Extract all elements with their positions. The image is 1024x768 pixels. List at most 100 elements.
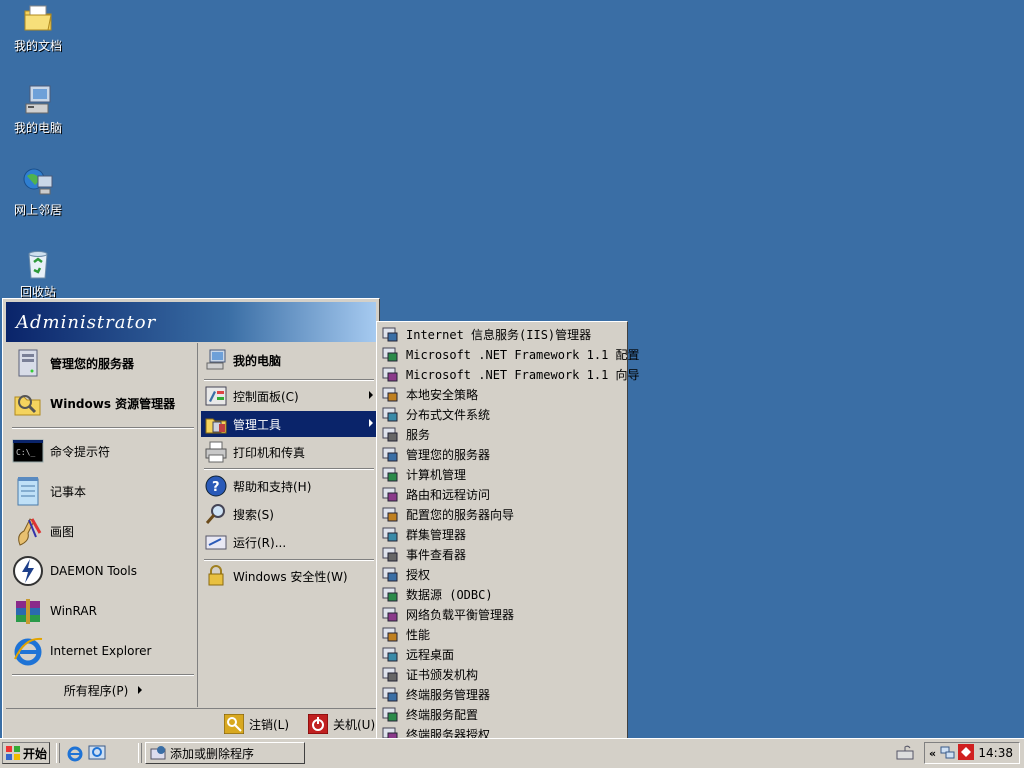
network-icon (22, 166, 54, 198)
submenu-item[interactable]: 事件查看器 (379, 544, 625, 564)
search-icon (205, 503, 227, 525)
item-label: 画图 (50, 524, 75, 539)
submenu-item[interactable]: 服务 (379, 424, 625, 444)
lock-icon (205, 565, 227, 587)
submenu-item[interactable]: 授权 (379, 564, 625, 584)
submenu-item[interactable]: 路由和远程访问 (379, 484, 625, 504)
start-menu-left-pane: 管理您的服务器 Windows 资源管理器 C:\_ 命令提示符 记事本 画图 (6, 343, 196, 707)
submenu-item[interactable]: 终端服务管理器 (379, 684, 625, 704)
submenu-item[interactable]: 终端服务配置 (379, 704, 625, 724)
right-item-control-panel[interactable]: 控制面板(C) (201, 383, 377, 409)
recent-item-cmd[interactable]: C:\_ 命令提示符 (12, 433, 194, 469)
submenu-item[interactable]: Microsoft .NET Framework 1.1 向导 (379, 364, 640, 384)
quicklaunch-ie-icon[interactable] (66, 744, 84, 762)
windows-logo-icon (5, 745, 21, 761)
recent-item-winrar[interactable]: WinRAR (12, 593, 194, 629)
system-tray: « 14:38 (924, 742, 1020, 764)
start-label: 开始 (23, 746, 48, 761)
shutdown-button[interactable]: 关机(U) (307, 712, 375, 736)
help-icon: ? (205, 475, 227, 497)
submenu-item[interactable]: Microsoft .NET Framework 1.1 配置 (379, 344, 640, 364)
clock[interactable]: 14:38 (978, 746, 1013, 760)
all-programs-label: 所有程序(P) (63, 683, 129, 698)
recent-item-notepad[interactable]: 记事本 (12, 473, 194, 509)
daemon-tools-icon (12, 555, 44, 587)
right-item-run[interactable]: 运行(R)... (201, 529, 377, 555)
right-item-admin-tools[interactable]: 管理工具 (201, 411, 377, 437)
submenu-item-label: 远程桌面 (406, 647, 455, 662)
start-menu-header: Administrator (6, 302, 376, 342)
network-tray-icon[interactable] (939, 744, 955, 763)
right-item-help[interactable]: ? 帮助和支持(H) (201, 473, 377, 499)
recent-item-paint[interactable]: 画图 (12, 513, 194, 549)
admin-tool-icon (382, 626, 398, 642)
submenu-item-label: Microsoft .NET Framework 1.1 向导 (406, 367, 640, 382)
submenu-item[interactable]: 性能 (379, 624, 625, 644)
desktop-icon-my-computer[interactable]: 我的电脑 (2, 84, 74, 136)
submenu-item[interactable]: 计算机管理 (379, 464, 625, 484)
quicklaunch-grip[interactable] (56, 743, 60, 763)
item-label: DAEMON Tools (50, 564, 137, 578)
submenu-item-label: 网络负载平衡管理器 (406, 607, 515, 622)
recycle-bin-icon (22, 248, 54, 280)
submenu-item[interactable]: 管理您的服务器 (379, 444, 625, 464)
logoff-button[interactable]: 注销(L) (223, 712, 290, 736)
svg-text:C:\_: C:\_ (16, 448, 35, 457)
quicklaunch-show-desktop-icon[interactable] (88, 744, 106, 762)
taskbar: 开始 添加或删除程序 « 14:38 (0, 738, 1024, 768)
admin-tool-icon (382, 606, 398, 622)
admin-tools-icon (205, 413, 227, 435)
item-label: 记事本 (50, 484, 87, 499)
tray-expand-chevron-icon[interactable]: « (929, 747, 936, 760)
submenu-item-label: 终端服务管理器 (406, 687, 491, 702)
start-menu-bottom-bar: 注销(L) 关机(U) (6, 708, 376, 738)
admin-tool-icon (382, 666, 398, 682)
admin-tool-icon (382, 566, 398, 582)
submenu-item[interactable]: 证书颁发机构 (379, 664, 625, 684)
right-item-search[interactable]: 搜索(S) (201, 501, 377, 527)
right-item-printers[interactable]: 打印机和传真 (201, 439, 377, 465)
item-label: 运行(R)... (233, 535, 287, 550)
submenu-item[interactable]: 远程桌面 (379, 644, 625, 664)
start-button[interactable]: 开始 (2, 742, 50, 764)
explorer-folder-icon (12, 387, 44, 419)
separator (204, 379, 374, 381)
admin-tool-icon (382, 426, 398, 442)
submenu-item[interactable]: Internet 信息服务(IIS)管理器 (379, 324, 625, 344)
item-label: Windows 安全性(W) (233, 569, 348, 584)
cmd-icon: C:\_ (12, 435, 44, 467)
submenu-item[interactable]: 分布式文件系统 (379, 404, 625, 424)
computer-icon (22, 84, 54, 116)
submenu-item[interactable]: 网络负载平衡管理器 (379, 604, 625, 624)
recent-item-internet-explorer[interactable]: Internet Explorer (12, 633, 194, 669)
right-item-windows-security[interactable]: Windows 安全性(W) (201, 563, 377, 589)
pinned-item-windows-explorer[interactable]: Windows 资源管理器 (12, 385, 194, 421)
submenu-item[interactable]: 配置您的服务器向导 (379, 504, 625, 524)
item-label: 管理工具 (233, 417, 282, 432)
all-programs-button[interactable]: 所有程序(P) (12, 677, 194, 703)
admin-tool-icon (382, 386, 398, 402)
desktop-icon-my-documents[interactable]: 我的文档 (2, 2, 74, 54)
start-menu: Administrator 管理您的服务器 Windows 资源管理器 C:\_… (2, 298, 380, 740)
add-remove-programs-icon (150, 745, 166, 761)
right-item-my-computer[interactable]: 我的电脑 (201, 345, 377, 375)
admin-tool-icon (382, 326, 398, 342)
recent-item-daemon-tools[interactable]: DAEMON Tools (12, 553, 194, 589)
app-tray-icon[interactable] (958, 743, 975, 763)
submenu-item[interactable]: 群集管理器 (379, 524, 625, 544)
logoff-label: 注销(L) (249, 717, 290, 732)
taskbar-grip[interactable] (138, 743, 142, 763)
pinned-item-manage-server[interactable]: 管理您的服务器 (12, 345, 194, 381)
item-label: Internet Explorer (50, 644, 152, 658)
admin-tool-icon (382, 366, 398, 382)
submenu-item[interactable]: 数据源 (ODBC) (379, 584, 625, 604)
admin-tool-icon (382, 526, 398, 542)
submenu-item-label: 本地安全策略 (406, 387, 479, 402)
run-icon (205, 531, 227, 553)
keyboard-icon[interactable] (896, 744, 914, 762)
desktop-icon-recycle-bin[interactable]: 回收站 (2, 248, 74, 300)
task-button-add-remove-programs[interactable]: 添加或删除程序 (145, 742, 305, 764)
submenu-item[interactable]: 本地安全策略 (379, 384, 625, 404)
printer-icon (205, 441, 227, 463)
desktop-icon-network[interactable]: 网上邻居 (2, 166, 74, 218)
